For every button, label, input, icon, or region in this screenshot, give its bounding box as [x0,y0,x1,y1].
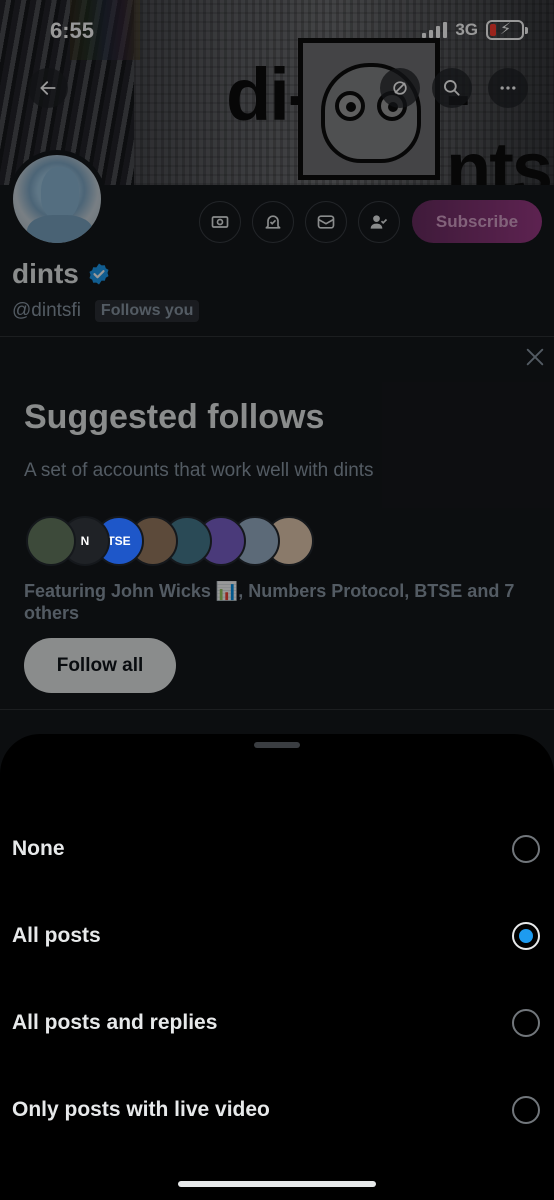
sheet-grabber[interactable] [254,742,300,748]
suggested-avatar[interactable] [26,516,76,566]
home-indicator [178,1181,376,1187]
radio-selected-icon[interactable] [512,922,540,950]
option-label: All posts and replies [12,1011,218,1034]
notification-options-sheet: None All posts All posts and replies Only p… [0,734,554,1200]
radio-icon[interactable] [512,1009,540,1037]
notification-option[interactable]: All posts [0,901,554,971]
radio-icon[interactable] [512,835,540,863]
radio-icon[interactable] [512,1096,540,1124]
option-label: Only posts with live video [12,1098,270,1121]
notification-option[interactable]: Only posts with live video [0,1075,554,1145]
notification-option[interactable]: None [0,814,554,884]
option-label: None [12,837,65,860]
option-label: All posts [12,924,101,947]
notification-option[interactable]: All posts and replies [0,988,554,1058]
